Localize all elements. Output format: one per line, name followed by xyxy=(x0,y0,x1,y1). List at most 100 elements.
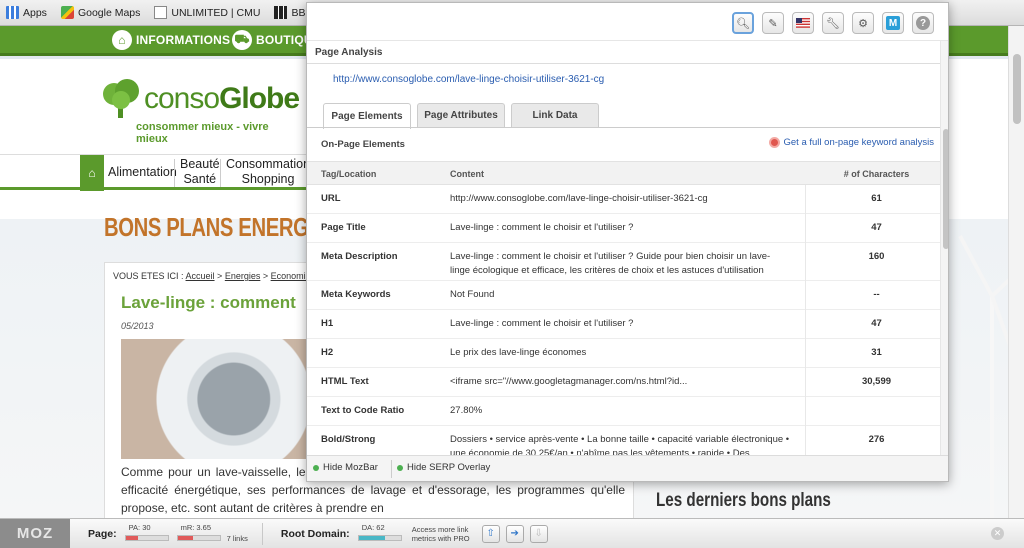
derniers-bons-plans-heading: Les derniers bons plans xyxy=(656,490,831,511)
moz-button[interactable]: M xyxy=(882,12,904,34)
arrow-down-button[interactable]: ⇩ xyxy=(529,524,548,543)
section-title: On-Page Elements xyxy=(321,139,405,150)
mozrank-metric: mR: 3.65 xyxy=(176,523,221,545)
tools-button[interactable]: 🔧︎ xyxy=(822,12,844,34)
category-divider xyxy=(220,159,221,187)
root-domain-label: Root Domain: xyxy=(280,527,350,540)
breadcrumb-accueil[interactable]: Accueil xyxy=(186,271,215,281)
keyword-analysis-link[interactable]: Get a full on-page keyword analysis xyxy=(768,137,934,148)
page-authority-metric: PA: 30 xyxy=(124,523,169,545)
page-scrollbar-thumb[interactable] xyxy=(1013,54,1021,124)
bookmark-apps[interactable]: Apps xyxy=(2,6,57,19)
moz-m-icon: M xyxy=(886,16,900,30)
pa-bar-fill xyxy=(125,535,139,540)
arrow-up-button[interactable]: ⇧ xyxy=(481,524,500,543)
panel-scrollbar-thumb[interactable] xyxy=(943,129,948,249)
breadcrumb-energies[interactable]: Energies xyxy=(225,271,261,281)
category-alimentation[interactable]: Alimentation xyxy=(108,165,177,180)
arrow-up-icon: ⇧ xyxy=(486,528,495,539)
page-analysis-panel: 🔍︎ ✎ 🔧︎ ⚙ M ? Page Analysis http://www.c… xyxy=(306,2,949,482)
cart-icon: ⛟ xyxy=(232,30,252,50)
bookmark-unlimited-cmu[interactable]: UNLIMITED | CMU xyxy=(150,6,270,19)
magnifier-icon: 🔍︎ xyxy=(736,17,750,30)
tab-page-attributes[interactable]: Page Attributes xyxy=(417,103,505,127)
category-beaute-sante[interactable]: Beauté Santé xyxy=(180,157,220,187)
table-row: H2 Le prix des lave-linge économes 31 xyxy=(307,339,940,368)
category-home-icon[interactable]: ⌂ xyxy=(80,155,104,191)
tab-underline xyxy=(307,127,940,128)
footer-divider xyxy=(391,460,392,478)
moz-logo[interactable]: MOZ xyxy=(0,518,70,548)
breadcrumb: VOUS ETES ICI : Accueil > Energies > Eco… xyxy=(113,271,311,281)
table-header: Tag/Location Content # of Characters xyxy=(307,161,940,185)
column-characters: # of Characters xyxy=(843,169,910,179)
mozbar-bottom: MOZ Page: PA: 30 mR: 3.65 7 links Root D… xyxy=(0,518,1024,548)
bbc-icon xyxy=(274,6,288,19)
pencil-icon: ✎ xyxy=(768,17,778,30)
breadcrumb-economie[interactable]: Economie xyxy=(271,271,311,281)
apps-icon xyxy=(6,6,19,19)
mr-bar-fill xyxy=(177,535,193,540)
mozbar-toolbar: 🔍︎ ✎ 🔧︎ ⚙ M ? xyxy=(307,3,948,41)
pro-upsell-text[interactable]: Access more link metrics with PRO xyxy=(412,525,476,543)
highlight-button[interactable]: ✎ xyxy=(762,12,784,34)
panel-scrollbar[interactable] xyxy=(940,41,948,457)
column-content: Content xyxy=(450,169,484,179)
table-row: Meta Description Lave-linge : comment le… xyxy=(307,243,940,281)
table-row: HTML Text <iframe src="//www.googletagma… xyxy=(307,368,940,397)
arrow-right-button[interactable]: ➔ xyxy=(505,524,524,543)
tab-page-elements[interactable]: Page Elements xyxy=(323,103,411,129)
tab-link-data[interactable]: Link Data xyxy=(511,103,599,127)
category-consommation-shopping[interactable]: Consommation Shopping xyxy=(226,157,310,187)
green-dot-icon xyxy=(397,464,403,471)
logo-name-a: conso xyxy=(144,82,220,115)
divider xyxy=(307,63,940,64)
column-tag: Tag/Location xyxy=(321,169,377,179)
panel-title: Page Analysis xyxy=(315,47,383,58)
category-bar: ⌂ Alimentation Beauté Santé Consommation S… xyxy=(0,154,310,191)
arrow-right-icon: ➔ xyxy=(510,528,519,539)
links-count[interactable]: 7 links xyxy=(227,534,248,543)
close-icon[interactable]: ✕ xyxy=(991,527,1004,540)
table-row: Page Title Lave-linge : comment le chois… xyxy=(307,214,940,243)
table-row: Text to Code Ratio 27.80% xyxy=(307,397,940,426)
consoglobe-logo[interactable]: consoGlobe consommer mieux - vivre mieux xyxy=(100,76,300,151)
document-icon xyxy=(154,6,168,19)
analyzed-url[interactable]: http://www.consoglobe.com/lave-linge-cho… xyxy=(333,74,604,85)
article-date: 05/2013 xyxy=(121,321,154,331)
table-row: H1 Lave-linge : comment le choisir et l'… xyxy=(307,310,940,339)
country-button[interactable] xyxy=(792,12,814,34)
column-divider xyxy=(805,185,806,457)
hide-mozbar-button[interactable]: Hide MozBar xyxy=(313,462,378,473)
page-scrollbar[interactable] xyxy=(1008,26,1024,518)
help-button[interactable]: ? xyxy=(912,12,934,34)
tree-logo-icon xyxy=(103,79,139,118)
target-icon xyxy=(768,137,780,148)
arrow-down-icon: ⇩ xyxy=(534,528,543,539)
washing-machine-image xyxy=(121,339,309,459)
gear-icon: ⚙ xyxy=(858,17,868,30)
page-metrics-label: Page: xyxy=(88,527,117,540)
table-row: URL http://www.consoglobe.com/lave-linge… xyxy=(307,185,940,214)
hide-serp-overlay-button[interactable]: Hide SERP Overlay xyxy=(397,462,490,473)
us-flag-icon xyxy=(796,18,810,28)
panel-footer: Hide MozBar Hide SERP Overlay xyxy=(307,455,948,481)
article-title: Lave-linge : comment xyxy=(121,293,296,312)
page-analysis-button[interactable]: 🔍︎ xyxy=(732,12,754,34)
help-icon: ? xyxy=(916,16,930,30)
section-banner: BONS PLANS ENERGIES xyxy=(104,212,340,242)
logo-name-b: Globe xyxy=(219,82,300,115)
category-divider xyxy=(174,159,175,187)
nav-informations[interactable]: ⌂ INFORMATIONS xyxy=(112,30,230,50)
wrench-icon: 🔧︎ xyxy=(826,17,840,30)
domain-authority-metric: DA: 62 xyxy=(357,523,402,545)
green-dot-icon xyxy=(313,464,319,471)
mozbar-divider xyxy=(261,522,263,545)
home-icon: ⌂ xyxy=(112,30,132,50)
logo-tagline: consommer mieux - vivre mieux xyxy=(136,121,269,145)
maps-icon xyxy=(60,6,74,19)
da-bar-fill xyxy=(358,535,385,540)
bookmark-google-maps[interactable]: Google Maps xyxy=(57,6,150,19)
settings-button[interactable]: ⚙ xyxy=(852,12,874,34)
table-row: Meta Keywords Not Found -- xyxy=(307,281,940,310)
